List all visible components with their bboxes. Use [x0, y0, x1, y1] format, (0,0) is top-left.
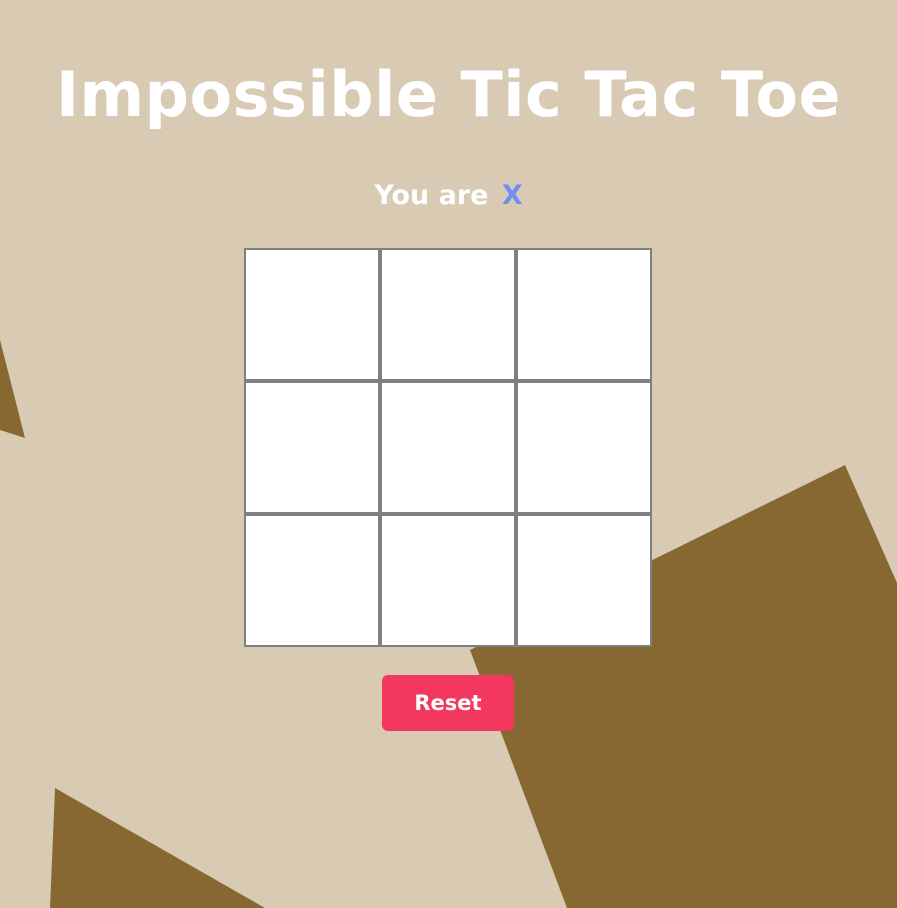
- status-prefix: You are: [374, 180, 489, 211]
- board-cell[interactable]: [244, 514, 380, 647]
- board-cell[interactable]: [516, 514, 652, 647]
- player-status: You are X: [0, 180, 897, 211]
- board-cell[interactable]: [380, 248, 516, 381]
- page-title: Impossible Tic Tac Toe: [55, 58, 842, 131]
- board-cell[interactable]: [244, 381, 380, 514]
- player-symbol: X: [501, 180, 523, 211]
- board-cell[interactable]: [380, 514, 516, 647]
- game-board: [244, 248, 656, 653]
- board-cell[interactable]: [380, 381, 516, 514]
- board-cell[interactable]: [516, 248, 652, 381]
- background-shape-bottom-left: [50, 788, 265, 908]
- background-shape-left: [0, 340, 25, 438]
- board-cell[interactable]: [516, 381, 652, 514]
- board-cell[interactable]: [244, 248, 380, 381]
- reset-button[interactable]: Reset: [382, 675, 514, 731]
